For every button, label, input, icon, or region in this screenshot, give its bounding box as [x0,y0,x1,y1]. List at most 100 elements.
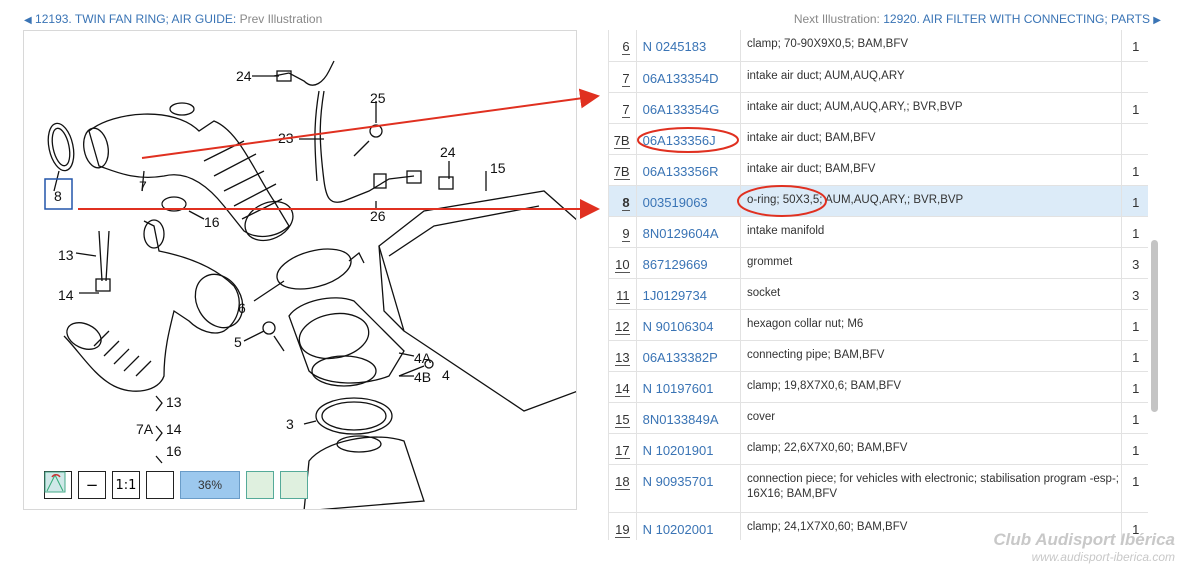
position-number: 13 [615,349,630,366]
description-cell: connecting pipe; BAM,BFV [740,340,1123,372]
position-cell: 15 [609,402,637,434]
description-cell: intake manifold [740,216,1123,248]
part-number-link[interactable]: 06A133354D [636,61,741,93]
part-number-link[interactable]: 8N0133849A [636,402,741,434]
part-number-link[interactable]: 1J0129734 [636,278,741,310]
position-cell: 7 [609,92,637,124]
callout-7a[interactable]: 7A [136,421,154,437]
air-mass-meter-part [288,297,405,384]
part-number-link[interactable]: 06A133356R [636,154,741,186]
zoom-level-indicator[interactable]: 36% [180,471,240,499]
illustration-thumbnail-icon [44,471,66,493]
callout-16b[interactable]: 16 [166,443,182,459]
callout-26[interactable]: 26 [370,208,386,224]
part-number-link[interactable]: N 0245183 [636,30,741,62]
prev-illustration-id[interactable]: 12193. [35,12,72,26]
table-row[interactable]: 17 N 10201901 clamp; 22,6X7X0,60; BAM,BFV 1 [609,433,1148,465]
prev-illustration-label[interactable]: Prev Illustration [240,12,323,26]
description-cell: intake air duct; AUM,AUQ,ARY,; BVR,BVP [740,92,1123,124]
callout-25[interactable]: 25 [370,90,386,106]
open-illustration-button[interactable] [44,471,308,499]
next-illustration-link[interactable]: Next Illustration: 12920. AIR FILTER WIT… [794,12,1161,26]
part-number-link[interactable]: N 10201901 [636,433,741,465]
table-row[interactable]: 15 8N0133849A cover 1 [609,402,1148,434]
callout-3[interactable]: 3 [286,416,294,432]
table-row[interactable]: 13 06A133382P connecting pipe; BAM,BFV 1 [609,340,1148,372]
watermark-url: www.audisport-iberica.com [1031,550,1175,564]
prev-illustration-title[interactable]: TWIN FAN RING; AIR GUIDE: [75,12,236,26]
table-row[interactable]: 6 N 0245183 clamp; 70-90X9X0,5; BAM,BFV 1 [609,30,1148,62]
part-number-link[interactable]: 8N0129604A [636,216,741,248]
prev-illustration-link[interactable]: ◀ 12193. TWIN FAN RING; AIR GUIDE: Prev … [24,12,322,26]
table-row[interactable]: 14 N 10197601 clamp; 19,8X7X0,6; BAM,BFV 1 [609,371,1148,403]
position-cell: 14 [609,371,637,403]
callout-6[interactable]: 6 [238,300,246,316]
part-number-link[interactable]: 06A133356J [636,123,741,155]
part-number-link[interactable]: N 90935701 [636,464,741,513]
part-number-link[interactable]: N 10197601 [636,371,741,403]
position-number: 7 [622,101,630,118]
actual-size-button[interactable]: 1:1 [112,471,140,499]
parts-list: 6N 0245183 clamp; 70-90X9X0,5; BAM,BFV 1 7 0… [608,30,1148,540]
callout-7[interactable]: 7 [139,178,147,194]
part-number-link[interactable]: N 90106304 [636,309,741,341]
quantity-cell: 1 [1121,185,1148,217]
quantity-cell: 1 [1121,433,1148,465]
part-number-link[interactable]: 003519063 [636,185,741,217]
position-cell: 7B [609,123,637,155]
table-row[interactable]: 11 1J0129734 socket 3 [609,278,1148,310]
position-number: 9 [622,225,630,242]
part-number-link[interactable]: N 10202001 [636,512,741,540]
position-number: 10 [615,256,630,273]
callout-14[interactable]: 14 [58,287,74,303]
table-row[interactable]: 7B 06A133356J intake air duct; BAM,BFV [609,123,1148,155]
table-row[interactable]: 18 N 90935701 connection piece; for vehicl… [609,464,1148,513]
callout-13b[interactable]: 13 [166,394,182,410]
next-illustration-title[interactable]: AIR FILTER WITH CONNECTING; PARTS [923,12,1150,26]
next-illustration-id[interactable]: 12920. [883,12,920,26]
callout-24b[interactable]: 24 [440,144,456,160]
clamp-part [276,248,352,290]
zoom-out-button[interactable]: − [78,471,106,499]
position-number: 17 [615,442,630,459]
quantity-cell: 1 [1121,309,1148,341]
table-row[interactable]: 12 N 90106304 hexagon collar nut; M6 1 [609,309,1148,341]
callout-5[interactable]: 5 [234,334,242,350]
table-row[interactable]: 7 06A133354D intake air duct; AUM,AUQ,ARY [609,61,1148,93]
part-number-link[interactable]: 867129669 [636,247,741,279]
table-row[interactable]: 9 8N0129604A intake manifold 1 [609,216,1148,248]
callout-23[interactable]: 23 [278,130,294,146]
fit-to-window-button[interactable] [45,471,174,499]
table-row[interactable]: 7B 06A133356R intake air duct; BAM,BFV 1 [609,154,1148,186]
callout-13a[interactable]: 13 [58,247,74,263]
quantity-cell: 1 [1121,30,1148,62]
next-illustration-label[interactable]: Next Illustration: [794,12,880,26]
table-row[interactable]: 8 003519063 o-ring; 50X3,5; AUM,AUQ,ARY,; … [609,185,1148,217]
callout-24a[interactable]: 24 [236,68,252,84]
description-cell: intake air duct; BAM,BFV [740,154,1123,186]
table-row[interactable]: 10 867129669 grommet 3 [609,247,1148,279]
callout-14b[interactable]: 14 [166,421,182,437]
callout-16[interactable]: 16 [204,214,220,230]
callout-4[interactable]: 4 [442,367,450,383]
callout-4b[interactable]: 4B [414,369,431,385]
position-cell: 11 [609,278,637,310]
print-illustration-button[interactable] [44,471,274,499]
part-number-link[interactable]: 06A133354G [636,92,741,124]
position-number: 19 [615,521,630,538]
right-arrow-icon: ▶ [1153,15,1161,26]
position-cell: 8 [609,185,637,217]
callout-8[interactable]: 8 [54,188,62,204]
part-number-link[interactable]: 06A133382P [636,340,741,372]
position-number: 12 [615,318,630,335]
table-row[interactable]: 7 06A133354G intake air duct; AUM,AUQ,ARY,… [609,92,1148,124]
parts-illustration[interactable]: 24 25 23 24 15 26 7 16 13 14 6 5 4A 4B 4… [23,30,577,510]
description-cell: o-ring; 50X3,5; AUM,AUQ,ARY,; BVR,BVP [740,185,1123,217]
position-cell: 13 [609,340,637,372]
position-cell: 12 [609,309,637,341]
description-cell: clamp; 70-90X9X0,5; BAM,BFV [740,30,1123,62]
callout-4a[interactable]: 4A [414,350,432,366]
callout-15[interactable]: 15 [490,160,506,176]
quantity-cell: 1 [1121,402,1148,434]
parts-scrollbar[interactable] [1151,240,1158,412]
